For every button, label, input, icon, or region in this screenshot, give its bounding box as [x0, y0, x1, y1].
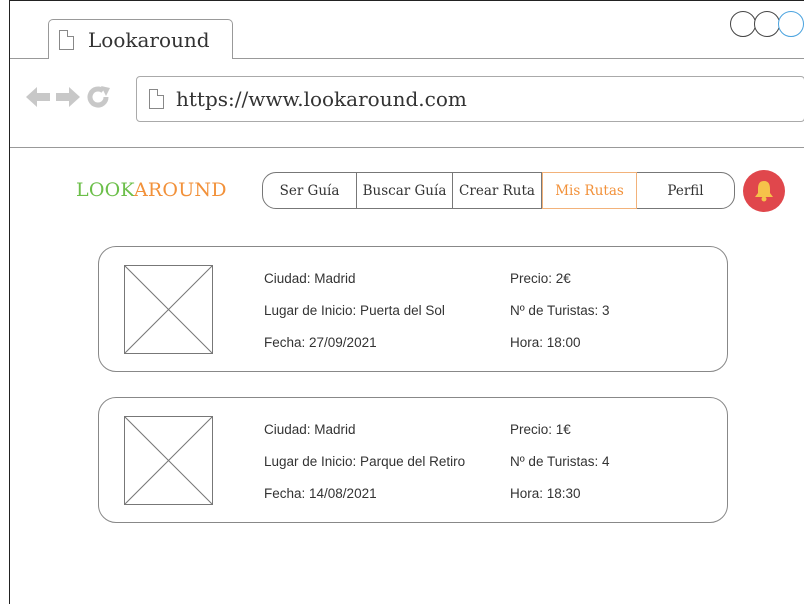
logo-look: LOOK [76, 179, 134, 201]
close-button[interactable] [778, 11, 804, 37]
back-arrow-icon[interactable] [26, 86, 50, 108]
main-menu: Ser Guía Buscar Guía Crear Ruta Mis Ruta… [262, 172, 735, 209]
route-city: Ciudad: Madrid [264, 271, 356, 286]
forward-arrow-icon[interactable] [56, 86, 80, 108]
route-price: Precio: 1€ [510, 422, 571, 437]
route-price: Precio: 2€ [510, 271, 571, 286]
page-icon [149, 89, 164, 109]
navigation-controls [26, 85, 116, 109]
image-placeholder [124, 416, 213, 505]
bell-icon [755, 181, 773, 202]
browser-window: Lookaround https://www.lookaround.com LO… [9, 0, 804, 604]
logo-around: AROUND [134, 179, 227, 201]
menu-crear-ruta[interactable]: Crear Ruta [453, 173, 542, 208]
menu-ser-guia[interactable]: Ser Guía [263, 173, 357, 208]
route-date: Fecha: 27/09/2021 [264, 335, 377, 350]
toolbar-divider [10, 147, 804, 148]
route-tourists: Nº de Turistas: 3 [510, 303, 610, 318]
menu-buscar-guia[interactable]: Buscar Guía [357, 173, 453, 208]
route-date: Fecha: 14/08/2021 [264, 486, 377, 501]
route-city: Ciudad: Madrid [264, 422, 356, 437]
route-time: Hora: 18:30 [510, 486, 581, 501]
browser-tab[interactable]: Lookaround [48, 19, 233, 59]
reload-icon[interactable] [86, 85, 110, 109]
route-time: Hora: 18:00 [510, 335, 581, 350]
window-controls [730, 11, 804, 37]
address-bar[interactable]: https://www.lookaround.com [136, 76, 804, 122]
page-icon [59, 29, 74, 50]
menu-mis-rutas[interactable]: Mis Rutas [542, 172, 637, 209]
notifications-button[interactable] [743, 170, 785, 212]
route-card[interactable]: Ciudad: Madrid Lugar de Inicio: Parque d… [98, 397, 728, 523]
route-start-place: Lugar de Inicio: Parque del Retiro [264, 454, 466, 469]
site-logo[interactable]: LOOKAROUND [76, 179, 227, 201]
menu-perfil[interactable]: Perfil [637, 173, 734, 208]
route-tourists: Nº de Turistas: 4 [510, 454, 610, 469]
route-card[interactable]: Ciudad: Madrid Lugar de Inicio: Puerta d… [98, 246, 728, 372]
image-placeholder [124, 265, 213, 354]
minimize-button[interactable] [730, 11, 756, 37]
route-start-place: Lugar de Inicio: Puerta del Sol [264, 303, 445, 318]
tab-title: Lookaround [88, 27, 210, 52]
maximize-button[interactable] [754, 11, 780, 37]
url-text: https://www.lookaround.com [176, 87, 467, 111]
